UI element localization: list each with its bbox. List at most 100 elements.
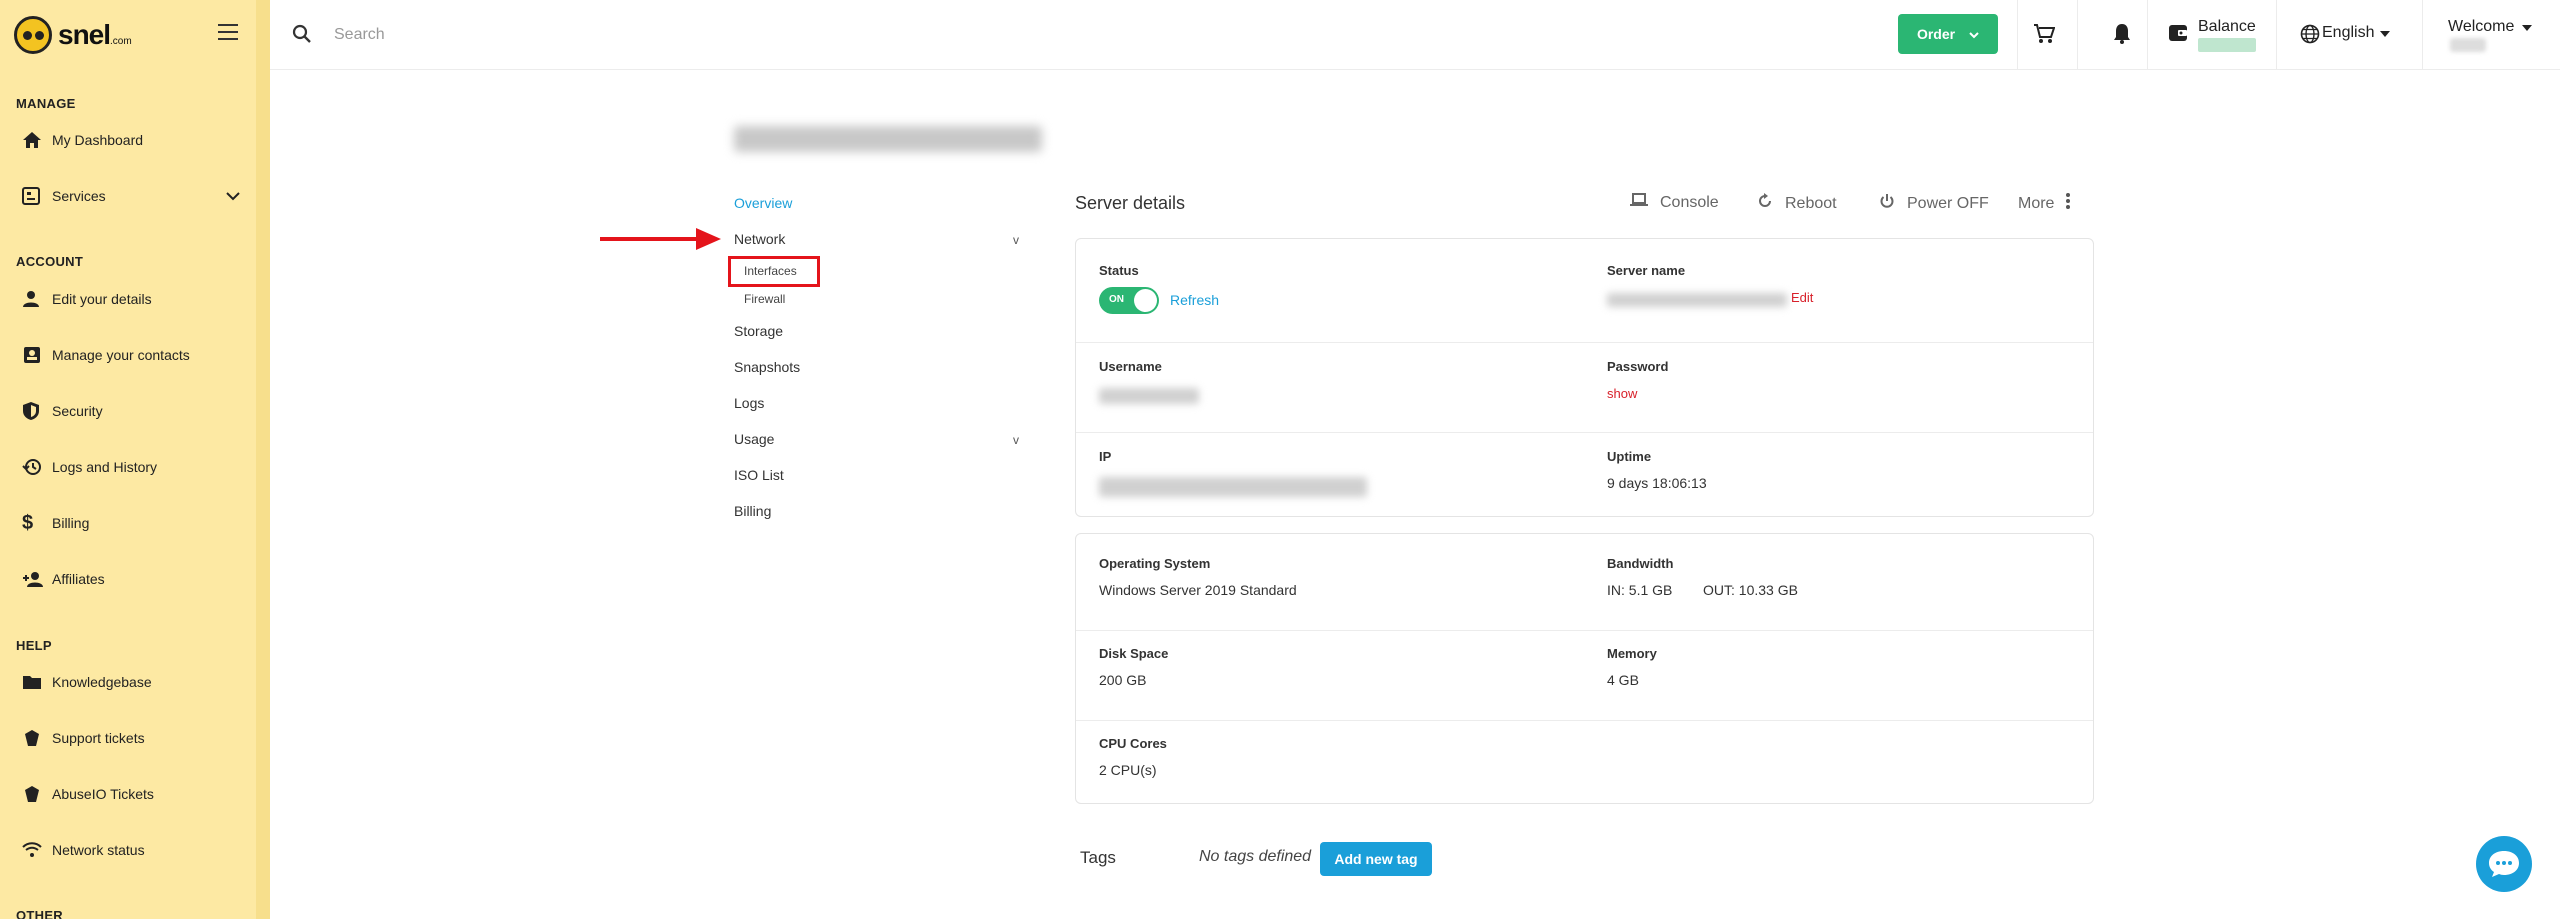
sidebar-item-label: Edit your details: [52, 291, 152, 307]
sidebar: snel.com MANAGE My Dashboard Services AC…: [0, 0, 270, 919]
server-specs-card: [1075, 533, 2094, 804]
history-icon: [16, 458, 52, 476]
sidebar-item-abuse[interactable]: AbuseIO Tickets: [16, 776, 246, 812]
sidebar-item-billing[interactable]: $ Billing: [16, 505, 246, 541]
sidebar-item-edit-details[interactable]: Edit your details: [16, 281, 246, 317]
menu-toggle-icon[interactable]: [218, 24, 238, 40]
divider: [2077, 0, 2078, 70]
divider: [2017, 0, 2018, 70]
add-tag-button[interactable]: Add new tag: [1320, 842, 1432, 876]
ip-redacted: [1099, 477, 1367, 497]
sidebar-item-support[interactable]: Support tickets: [16, 720, 246, 756]
bell-icon[interactable]: [2113, 23, 2131, 50]
order-button[interactable]: Order: [1898, 14, 1998, 54]
memory-label: Memory: [1607, 646, 1657, 661]
folder-icon: [16, 674, 52, 690]
bandwidth-out: OUT: 10.33 GB: [1703, 582, 1798, 598]
page-title-redacted: [734, 126, 1042, 152]
nav-snapshots[interactable]: Snapshots: [734, 359, 800, 375]
group-add-icon: [16, 571, 52, 587]
user-menu[interactable]: Welcome: [2448, 18, 2533, 36]
sidebar-item-services[interactable]: Services: [16, 178, 246, 214]
sidebar-item-label: Manage your contacts: [52, 347, 190, 363]
caret-down-icon: [2522, 18, 2533, 36]
divider: [1076, 342, 2093, 343]
nav-usage[interactable]: Usage: [734, 431, 774, 447]
sidebar-item-label: Billing: [52, 515, 90, 531]
chevron-down-icon[interactable]: v: [1013, 233, 1019, 247]
nav-logs[interactable]: Logs: [734, 395, 764, 411]
uptime-label: Uptime: [1607, 449, 1652, 464]
sidebar-item-label: Logs and History: [52, 459, 158, 475]
nav-interfaces[interactable]: Interfaces: [744, 264, 797, 278]
power-off-label: Power OFF: [1907, 194, 1989, 212]
refresh-link[interactable]: Refresh: [1170, 292, 1219, 308]
logo-text: snel: [58, 19, 111, 50]
sidebar-scrollbar[interactable]: [256, 0, 270, 919]
search-input[interactable]: [334, 20, 734, 50]
power-icon: [1879, 193, 1895, 214]
edit-server-name-link[interactable]: Edit: [1791, 290, 1813, 305]
sidebar-item-contacts[interactable]: Manage your contacts: [16, 337, 246, 373]
chevron-down-icon: [226, 188, 240, 204]
server-info-card: [1075, 238, 2094, 517]
divider: [1076, 630, 2093, 631]
more-label: More: [2018, 194, 2055, 212]
os-label: Operating System: [1099, 556, 1211, 571]
username-redacted: [1099, 388, 1199, 404]
nav-overview[interactable]: Overview: [734, 195, 792, 211]
nav-iso-list[interactable]: ISO List: [734, 467, 784, 483]
server-details-title: Server details: [1075, 193, 1186, 213]
status-toggle[interactable]: ON: [1099, 287, 1159, 314]
search-icon[interactable]: [292, 24, 312, 49]
sidebar-item-dashboard[interactable]: My Dashboard: [16, 122, 246, 158]
services-icon: [16, 187, 52, 205]
globe-icon: [2300, 24, 2320, 49]
shield-icon: [16, 401, 52, 421]
cpu-value: 2 CPU(s): [1099, 762, 1157, 778]
topbar: Order Balance English Welcome: [270, 0, 2560, 70]
logo[interactable]: snel.com: [14, 14, 132, 56]
nav-network[interactable]: Network: [734, 231, 785, 247]
sidebar-item-affiliates[interactable]: Affiliates: [16, 561, 246, 597]
chevron-down-icon[interactable]: v: [1013, 433, 1019, 447]
sidebar-item-security[interactable]: Security: [16, 393, 246, 429]
sidebar-item-logs[interactable]: Logs and History: [16, 449, 246, 485]
chat-icon[interactable]: [2476, 836, 2532, 892]
console-label: Console: [1660, 193, 1719, 211]
language-label: English: [2322, 24, 2375, 41]
logo-suffix: .com: [110, 36, 132, 47]
sidebar-item-label: Network status: [52, 842, 145, 858]
balance-label[interactable]: Balance: [2198, 18, 2256, 36]
balance-amount-redacted: [2198, 38, 2256, 52]
sidebar-item-knowledgebase[interactable]: Knowledgebase: [16, 664, 246, 700]
memory-value: 4 GB: [1607, 672, 1639, 688]
power-off-button[interactable]: Power OFF: [1879, 193, 1989, 214]
tickets-icon: [16, 729, 52, 747]
reboot-button[interactable]: Reboot: [1757, 193, 1837, 214]
welcome-label: Welcome: [2448, 18, 2515, 35]
more-menu-button[interactable]: More: [2018, 193, 2071, 214]
nav-billing[interactable]: Billing: [734, 503, 771, 519]
cart-icon[interactable]: [2033, 24, 2056, 49]
sidebar-item-label: Knowledgebase: [52, 674, 152, 690]
divider: [1076, 720, 2093, 721]
server-name-label: Server name: [1607, 263, 1686, 278]
laptop-icon: [1630, 193, 1648, 212]
show-password-link[interactable]: show: [1607, 386, 1637, 401]
bandwidth-label: Bandwidth: [1607, 556, 1674, 571]
uptime-value: 9 days 18:06:13: [1607, 475, 1707, 491]
sidebar-item-network-status[interactable]: Network status: [16, 832, 246, 868]
toggle-on-label: ON: [1109, 294, 1124, 305]
console-button[interactable]: Console: [1630, 193, 1719, 212]
nav-storage[interactable]: Storage: [734, 323, 783, 339]
status-label: Status: [1099, 263, 1139, 278]
divider: [2422, 0, 2423, 70]
language-selector[interactable]: English: [2322, 24, 2391, 42]
sidebar-item-label: Services: [52, 188, 106, 204]
wifi-icon: [16, 842, 52, 858]
caret-down-icon: [2380, 24, 2391, 42]
bandwidth-in: IN: 5.1 GB: [1607, 582, 1673, 598]
section-account: ACCOUNT: [16, 254, 84, 269]
nav-firewall[interactable]: Firewall: [744, 292, 785, 306]
